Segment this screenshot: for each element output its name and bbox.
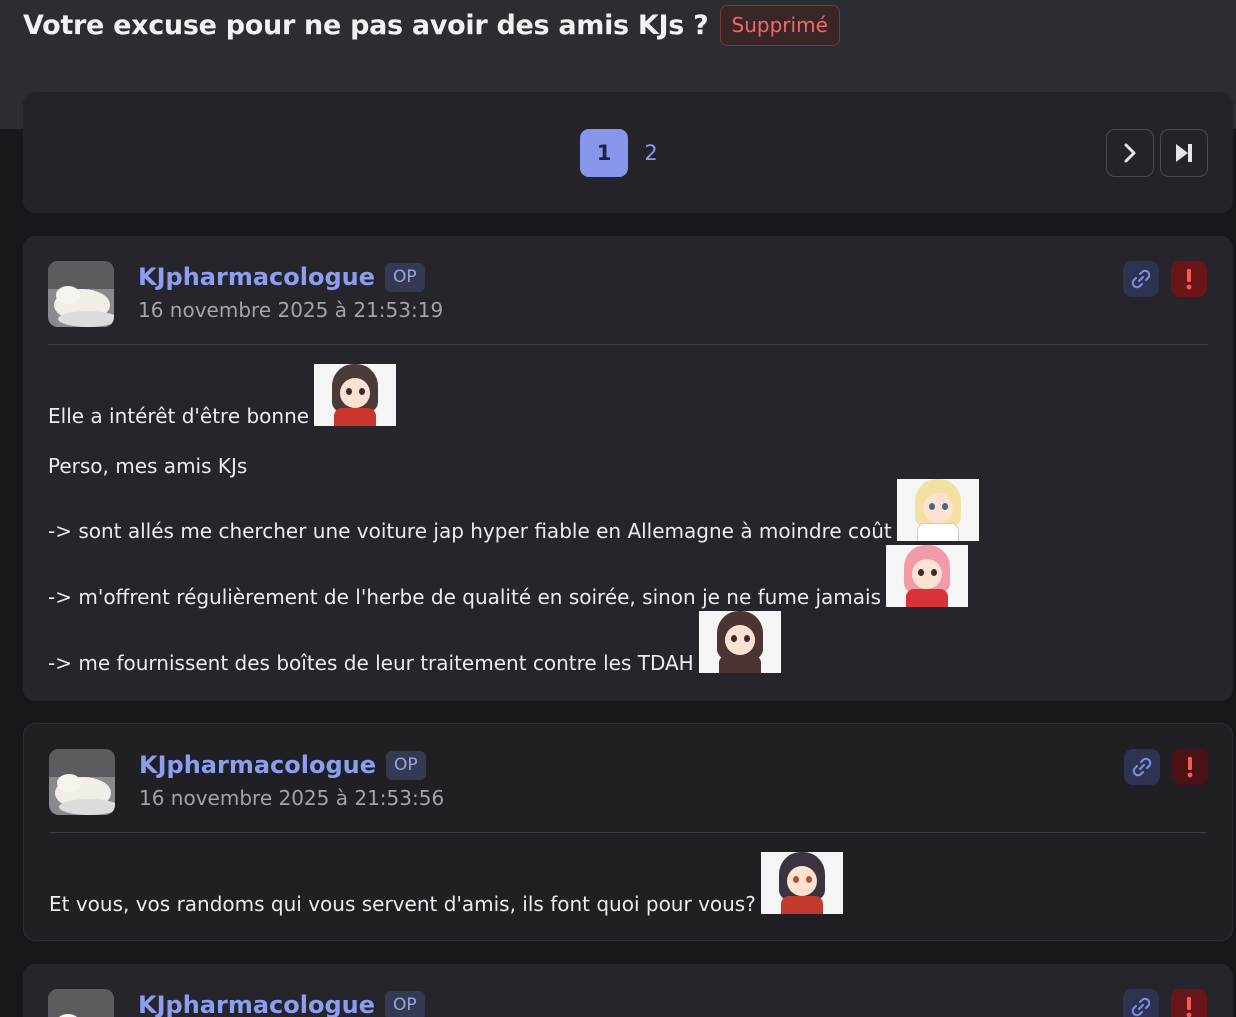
report-button[interactable] (1171, 989, 1207, 1017)
post-card: KJpharmacologue OP 16 novembre 2025 à 21… (23, 236, 1233, 701)
post-card: KJpharmacologue OP 16 novembre 2025 à 21… (23, 723, 1233, 941)
divider (48, 344, 1208, 345)
page-button-1[interactable]: 1 (580, 129, 628, 177)
post-author-line: KJpharmacologue OP (138, 261, 425, 293)
link-icon (1132, 757, 1152, 777)
pagination: 1 2 (23, 92, 1233, 213)
post-text: -> m'offrent régulièrement de l'herbe de… (48, 585, 882, 609)
post-line: Elle a intérêt d'être bonne (48, 364, 397, 428)
link-icon (1131, 997, 1151, 1017)
sticker-image (698, 611, 781, 673)
page-button-2[interactable]: 2 (627, 129, 675, 177)
sticker-image (314, 364, 397, 426)
avatar[interactable] (48, 261, 114, 327)
post-text: -> sont allés me chercher une voiture ja… (48, 519, 892, 543)
next-page-button[interactable] (1106, 129, 1154, 177)
sticker-image (886, 545, 969, 607)
exclamation-icon (1187, 757, 1193, 778)
author-name[interactable]: KJpharmacologue (138, 991, 375, 1017)
divider (49, 832, 1207, 833)
permalink-button[interactable] (1124, 749, 1160, 785)
author-name[interactable]: KJpharmacologue (139, 751, 376, 779)
post-date: 16 novembre 2025 à 21:53:19 (138, 298, 444, 322)
post-author-line: KJpharmacologue OP (139, 749, 426, 781)
post-line: -> sont allés me chercher une voiture ja… (48, 479, 979, 543)
post-line: Perso, mes amis KJs (48, 454, 247, 478)
permalink-button[interactable] (1123, 261, 1159, 297)
avatar[interactable] (48, 989, 114, 1017)
last-page-button[interactable] (1160, 129, 1208, 177)
post-line: Et vous, vos randoms qui vous servent d'… (49, 852, 843, 916)
chevron-right-icon (1124, 143, 1136, 163)
post-line: -> me fournissent des boîtes de leur tra… (48, 611, 781, 675)
post-card: KJpharmacologue OP (23, 964, 1233, 1017)
op-badge: OP (385, 262, 425, 292)
report-button[interactable] (1171, 261, 1207, 297)
permalink-button[interactable] (1123, 989, 1159, 1017)
op-badge: OP (386, 750, 426, 780)
sticker-image (760, 852, 843, 914)
post-text: Et vous, vos randoms qui vous servent d'… (49, 892, 756, 916)
report-button[interactable] (1172, 749, 1208, 785)
exclamation-icon (1186, 997, 1192, 1017)
post-text: -> me fournissent des boîtes de leur tra… (48, 651, 694, 675)
post-date: 16 novembre 2025 à 21:53:56 (139, 786, 445, 810)
post-author-line: KJpharmacologue OP (138, 989, 425, 1017)
link-icon (1131, 269, 1151, 289)
exclamation-icon (1186, 269, 1192, 290)
post-text: Perso, mes amis KJs (48, 454, 248, 478)
author-name[interactable]: KJpharmacologue (138, 263, 375, 291)
op-badge: OP (385, 990, 425, 1017)
avatar[interactable] (49, 749, 115, 815)
sticker-image (896, 479, 979, 541)
topic-title-row: Votre excuse pour ne pas avoir des amis … (23, 4, 840, 46)
post-text: Elle a intérêt d'être bonne (48, 404, 310, 428)
post-line: -> m'offrent régulièrement de l'herbe de… (48, 545, 969, 609)
page-title: Votre excuse pour ne pas avoir des amis … (23, 9, 709, 41)
skip-to-last-icon (1176, 144, 1192, 162)
status-badge: Supprimé (719, 4, 840, 46)
